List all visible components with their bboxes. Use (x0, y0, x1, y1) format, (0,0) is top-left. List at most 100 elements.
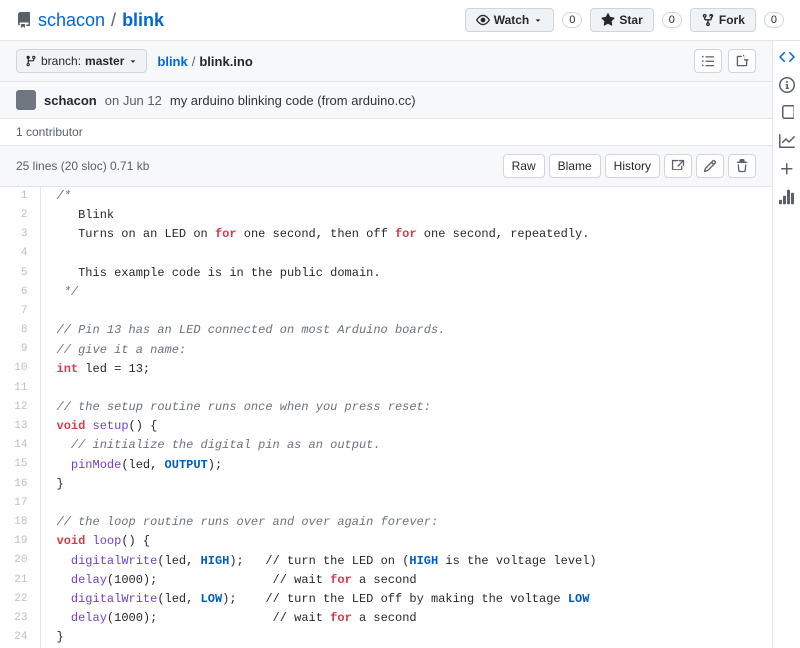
line-code: pinMode(led, OUTPUT); (40, 456, 772, 475)
chevron-down-icon (533, 15, 543, 25)
table-row: 11 (0, 379, 772, 398)
copy-lines-icon[interactable] (664, 154, 692, 178)
file-stats: 25 lines (20 sloc) 0.71 kb (16, 159, 149, 173)
table-row: 10int led = 13; (0, 360, 772, 379)
line-number: 2 (0, 206, 40, 225)
table-row: 14 // initialize the digital pin as an o… (0, 436, 772, 455)
table-row: 7 (0, 302, 772, 321)
line-number: 3 (0, 225, 40, 244)
line-code: } (40, 628, 772, 647)
line-number: 19 (0, 532, 40, 551)
line-code: delay(1000); // wait for a second (40, 609, 772, 628)
repo-link[interactable]: blink (122, 10, 164, 31)
line-code: /* (40, 187, 772, 206)
line-code: This example code is in the public domai… (40, 264, 772, 283)
history-button[interactable]: History (605, 154, 660, 178)
branch-name: master (85, 54, 124, 68)
bar-chart-icon[interactable] (779, 189, 795, 205)
line-number: 7 (0, 302, 40, 321)
line-number: 13 (0, 417, 40, 436)
branch-icon (25, 55, 37, 67)
edit-icon[interactable] (696, 154, 724, 178)
table-row: 12// the setup routine runs once when yo… (0, 398, 772, 417)
line-number: 4 (0, 245, 40, 264)
delete-icon[interactable] (728, 154, 756, 178)
line-code: int led = 13; (40, 360, 772, 379)
table-row: 23 delay(1000); // wait for a second (0, 609, 772, 628)
main-content: branch: master blink / blink.ino (0, 41, 772, 648)
table-row: 15 pinMode(led, OUTPUT); (0, 456, 772, 475)
graph-icon[interactable] (779, 133, 795, 149)
line-number: 15 (0, 456, 40, 475)
line-number: 5 (0, 264, 40, 283)
branch-prefix: branch: (41, 54, 81, 68)
code-view-icon[interactable] (779, 49, 795, 65)
raw-button[interactable]: Raw (503, 154, 545, 178)
line-number: 22 (0, 590, 40, 609)
branch-selector[interactable]: branch: master (16, 49, 147, 73)
info-icon[interactable] (779, 77, 795, 93)
line-number: 17 (0, 494, 40, 513)
eye-icon (476, 13, 490, 27)
top-header: schacon / blink Watch 0 Star 0 Fork 0 (0, 0, 800, 41)
line-code: */ (40, 283, 772, 302)
repo-title: schacon / blink (16, 10, 164, 31)
line-number: 12 (0, 398, 40, 417)
line-number: 11 (0, 379, 40, 398)
contributor-count: 1 contributor (16, 125, 83, 139)
line-code: // the loop routine runs over and over a… (40, 513, 772, 532)
owner-link[interactable]: schacon (38, 10, 105, 31)
line-number: 1 (0, 187, 40, 206)
breadcrumb-file: blink.ino (199, 54, 252, 69)
line-number: 20 (0, 552, 40, 571)
commit-author[interactable]: schacon (44, 93, 97, 108)
repo-icon (16, 12, 32, 28)
star-icon (601, 13, 615, 27)
line-number: 21 (0, 571, 40, 590)
breadcrumb-repo[interactable]: blink (157, 54, 187, 69)
line-code: // give it a name: (40, 341, 772, 360)
commit-info-bar: schacon on Jun 12 my arduino blinking co… (0, 82, 772, 119)
blame-button[interactable]: Blame (549, 154, 601, 178)
line-number: 16 (0, 475, 40, 494)
line-code (40, 302, 772, 321)
line-code: digitalWrite(led, LOW); // turn the LED … (40, 590, 772, 609)
dropdown-icon (128, 56, 138, 66)
list-view-icon[interactable] (694, 49, 722, 73)
header-actions: Watch 0 Star 0 Fork 0 (465, 8, 784, 32)
table-row: 1/* (0, 187, 772, 206)
breadcrumb-area: branch: master blink / blink.ino (16, 49, 253, 73)
plus-icon[interactable] (779, 161, 795, 177)
table-row: 21 delay(1000); // wait for a second (0, 571, 772, 590)
line-code (40, 379, 772, 398)
line-number: 23 (0, 609, 40, 628)
star-button[interactable]: Star (590, 8, 653, 32)
line-number: 8 (0, 321, 40, 340)
table-row: 13void setup() { (0, 417, 772, 436)
breadcrumb-sep: / (192, 54, 196, 69)
line-code (40, 494, 772, 513)
file-nav-bar: branch: master blink / blink.ino (0, 41, 772, 82)
file-actions: Raw Blame History (503, 154, 756, 178)
raw-file-icon[interactable] (728, 49, 756, 73)
fork-button[interactable]: Fork (690, 8, 756, 32)
table-row: 3 Turns on an LED on for one second, the… (0, 225, 772, 244)
bookmark-icon[interactable] (779, 105, 795, 121)
table-row: 2 Blink (0, 206, 772, 225)
table-row: 18// the loop routine runs over and over… (0, 513, 772, 532)
table-row: 19void loop() { (0, 532, 772, 551)
line-number: 24 (0, 628, 40, 647)
code-table: 1/*2 Blink3 Turns on an LED on for one s… (0, 187, 772, 648)
author-avatar (16, 90, 36, 110)
table-row: 24} (0, 628, 772, 647)
line-number: 18 (0, 513, 40, 532)
table-row: 6 */ (0, 283, 772, 302)
line-code: delay(1000); // wait for a second (40, 571, 772, 590)
line-code: digitalWrite(led, HIGH); // turn the LED… (40, 552, 772, 571)
fork-count: 0 (764, 12, 784, 28)
line-code: // the setup routine runs once when you … (40, 398, 772, 417)
line-number: 14 (0, 436, 40, 455)
line-number: 10 (0, 360, 40, 379)
table-row: 5 This example code is in the public dom… (0, 264, 772, 283)
watch-button[interactable]: Watch (465, 8, 555, 32)
